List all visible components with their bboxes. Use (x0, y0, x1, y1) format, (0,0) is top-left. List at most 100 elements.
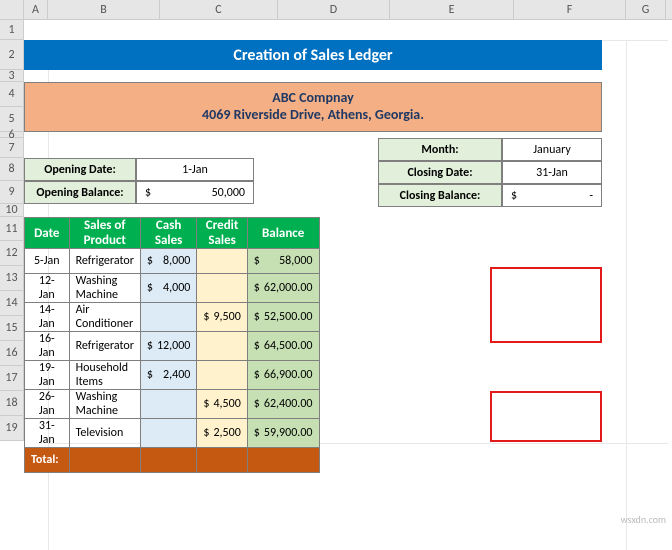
cell-product[interactable]: Washing Machine (69, 390, 140, 419)
currency-symbol: $ (145, 186, 151, 200)
cell-credit[interactable] (197, 332, 247, 361)
opening-date-label: Opening Date: (24, 158, 136, 181)
row-header-9[interactable]: 9 (0, 181, 24, 204)
cell-date[interactable]: 12-Jan (25, 274, 70, 303)
cell-credit[interactable] (197, 249, 247, 274)
col-credit[interactable]: Credit Sales (197, 218, 247, 249)
cell-cash[interactable] (140, 390, 197, 419)
opening-date-cell[interactable]: 1-Jan (136, 158, 254, 181)
page-title: Creation of Sales Ledger (24, 40, 602, 70)
closing-date-label: Closing Date: (378, 161, 502, 184)
col-header-F[interactable]: F (514, 0, 626, 19)
cell-balance[interactable]: $59,900.00 (247, 419, 319, 448)
cell-credit[interactable]: $9,500 (197, 303, 247, 332)
opening-balance-value: 50,000 (212, 186, 245, 200)
row-header-1[interactable]: 1 (0, 20, 24, 40)
row-header-17[interactable]: 17 (0, 366, 24, 391)
cell-balance[interactable]: $62,000.00 (247, 274, 319, 303)
cell-product[interactable]: Refrigerator (69, 332, 140, 361)
col-date[interactable]: Date (25, 218, 70, 249)
total-balance[interactable] (247, 448, 319, 473)
col-cash[interactable]: Cash Sales (140, 218, 197, 249)
highlight-box-1 (490, 267, 602, 343)
cell-date[interactable]: 26-Jan (25, 390, 70, 419)
header-row: Date Sales of Product Cash Sales Credit … (25, 218, 320, 249)
table-row: 19-JanHousehold Items$2,400 $66,900.00 (25, 361, 320, 390)
row-header-14[interactable]: 14 (0, 291, 24, 316)
cell-product[interactable]: Household Items (69, 361, 140, 390)
row-headers: 1 2 3 4 5 6 7 8 9 10 11 12 13 14 15 16 1… (0, 20, 24, 441)
row-header-15[interactable]: 15 (0, 316, 24, 341)
col-header-A[interactable]: A (24, 0, 48, 19)
cell-balance[interactable]: $64,500.00 (247, 332, 319, 361)
opening-balance-label: Opening Balance: (24, 181, 136, 204)
summary-left: Opening Date: 1-Jan Opening Balance: $ 5… (24, 158, 254, 204)
cell-date[interactable]: 31-Jan (25, 419, 70, 448)
closing-balance-cell[interactable]: $ - (502, 184, 602, 207)
row-header-16[interactable]: 16 (0, 341, 24, 366)
row-header-12[interactable]: 12 (0, 241, 24, 266)
cell-cash[interactable]: $12,000 (140, 332, 197, 361)
total-cash[interactable] (140, 448, 197, 473)
closing-balance-value: - (589, 189, 593, 203)
spreadsheet-grid: A B C D E F G 1 2 3 4 5 6 7 8 9 10 11 12… (0, 0, 672, 20)
month-label: Month: (378, 138, 502, 161)
cell-product[interactable]: Television (69, 419, 140, 448)
cell-date[interactable]: 19-Jan (25, 361, 70, 390)
highlight-box-2 (490, 391, 602, 442)
cell-credit[interactable]: $2,500 (197, 419, 247, 448)
cell-cash[interactable] (140, 419, 197, 448)
watermark: wsxdn.com (621, 513, 666, 526)
month-cell[interactable]: January (502, 138, 602, 161)
table-row: 31-JanTelevision $2,500$59,900.00 (25, 419, 320, 448)
row-header-19[interactable]: 19 (0, 416, 24, 441)
col-header-B[interactable]: B (48, 0, 160, 19)
company-address: 4069 Riverside Drive, Athens, Georgia. (25, 106, 601, 123)
total-product[interactable] (69, 448, 140, 473)
company-box: ABC Compnay 4069 Riverside Drive, Athens… (24, 82, 602, 132)
col-header-D[interactable]: D (278, 0, 390, 19)
col-header-E[interactable]: E (390, 0, 514, 19)
col-header-G[interactable]: G (626, 0, 666, 19)
table-row: 12-JanWashing Machine$4,000 $62,000.00 (25, 274, 320, 303)
row-header-8[interactable]: 8 (0, 158, 24, 181)
cell-cash[interactable]: $8,000 (140, 249, 197, 274)
total-credit[interactable] (197, 448, 247, 473)
ledger-table: Date Sales of Product Cash Sales Credit … (24, 217, 320, 473)
row-header-10[interactable]: 10 (0, 204, 24, 217)
company-name: ABC Compnay (25, 89, 601, 106)
row-header-7[interactable]: 7 (0, 138, 24, 158)
cell-credit[interactable] (197, 361, 247, 390)
col-balance[interactable]: Balance (247, 218, 319, 249)
row-header-3[interactable]: 3 (0, 70, 24, 82)
row-header-4[interactable]: 4 (0, 82, 24, 107)
cell-cash[interactable]: $2,400 (140, 361, 197, 390)
cell-date[interactable]: 5-Jan (25, 249, 70, 274)
cell-credit[interactable] (197, 274, 247, 303)
row-header-18[interactable]: 18 (0, 391, 24, 416)
closing-balance-label: Closing Balance: (378, 184, 502, 207)
cell-balance[interactable]: $52,500.00 (247, 303, 319, 332)
cell-date[interactable]: 14-Jan (25, 303, 70, 332)
table-row: 16-JanRefrigerator$12,000 $64,500.00 (25, 332, 320, 361)
cell-product[interactable]: Refrigerator (69, 249, 140, 274)
row-header-13[interactable]: 13 (0, 266, 24, 291)
row-header-2[interactable]: 2 (0, 40, 24, 70)
total-row: Total: (25, 448, 320, 473)
total-label: Total: (25, 448, 70, 473)
table-row: 26-JanWashing Machine $4,500$62,400.00 (25, 390, 320, 419)
row-header-11[interactable]: 11 (0, 217, 24, 241)
opening-balance-cell[interactable]: $ 50,000 (136, 181, 254, 204)
col-header-C[interactable]: C (160, 0, 278, 19)
cell-balance[interactable]: $62,400.00 (247, 390, 319, 419)
cell-cash[interactable]: $4,000 (140, 274, 197, 303)
cell-product[interactable]: Washing Machine (69, 274, 140, 303)
cell-balance[interactable]: $66,900.00 (247, 361, 319, 390)
cell-balance[interactable]: $58,000 (247, 249, 319, 274)
closing-date-cell[interactable]: 31-Jan (502, 161, 602, 184)
cell-date[interactable]: 16-Jan (25, 332, 70, 361)
cell-cash[interactable] (140, 303, 197, 332)
col-product[interactable]: Sales of Product (69, 218, 140, 249)
cell-credit[interactable]: $4,500 (197, 390, 247, 419)
cell-product[interactable]: Air Conditioner (69, 303, 140, 332)
